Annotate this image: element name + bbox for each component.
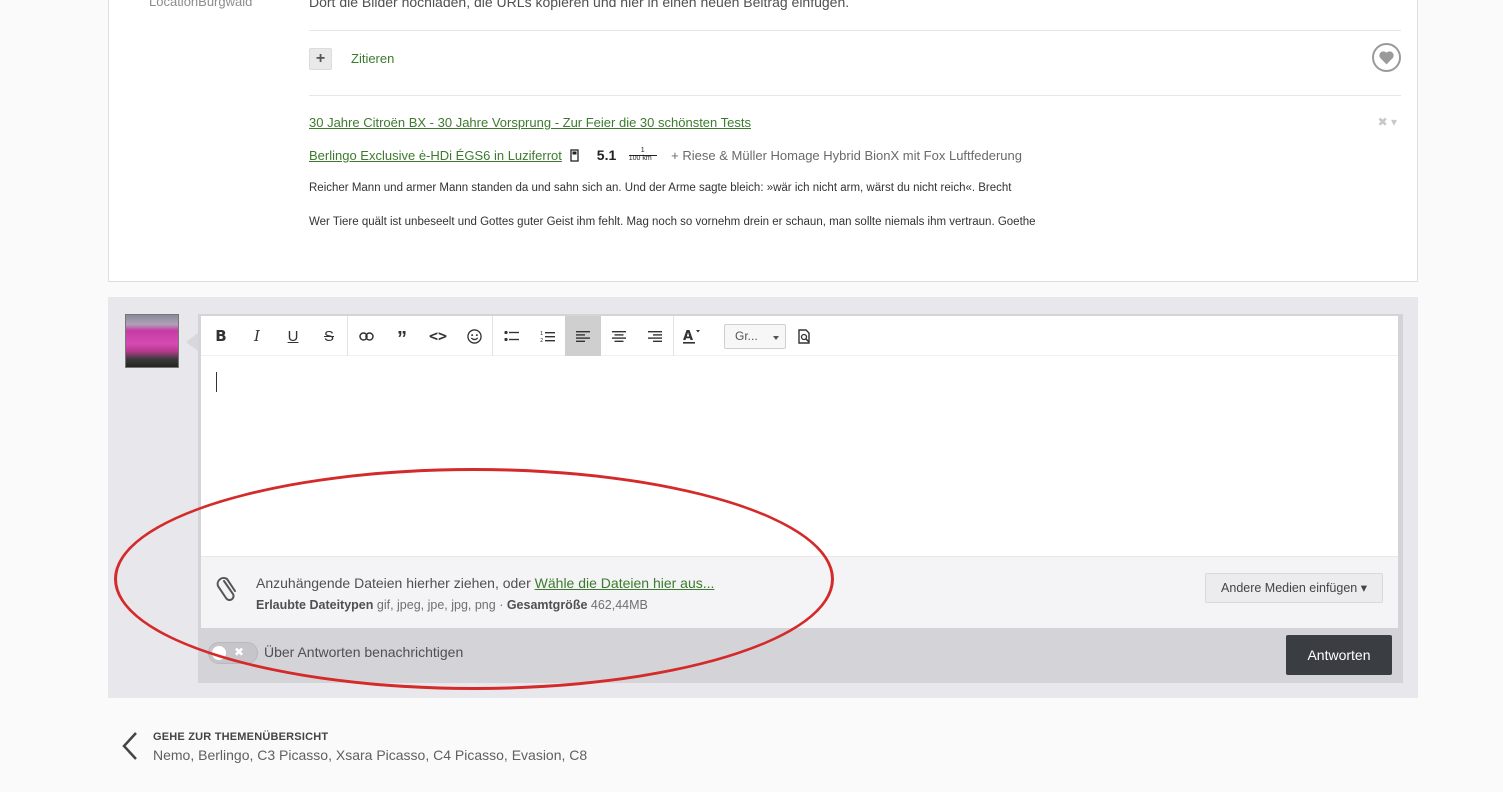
total-size: 462,44MB [590, 598, 648, 612]
attachment-upload[interactable]: Anzuhängende Dateien hierher ziehen, ode… [201, 556, 1398, 628]
svg-text:2: 2 [540, 338, 543, 343]
preview-button[interactable] [786, 316, 822, 356]
signature-link-bx[interactable]: 30 Jahre Citroën BX - 30 Jahre Vorsprung… [309, 115, 751, 130]
quote-link[interactable]: Zitieren [351, 51, 394, 66]
numbered-list-icon: 12 [540, 331, 555, 343]
notify-toggle[interactable]: ✖ [208, 642, 258, 664]
strikethrough-icon: S [323, 327, 334, 345]
font-family-select[interactable]: Gr... [724, 324, 786, 349]
quick-reply: B I U S ” <> 12 A Gr... Anzuhängende Dat… [108, 297, 1418, 698]
quote-icon: ” [397, 327, 407, 350]
divider [309, 30, 1401, 31]
align-center-icon [612, 330, 626, 342]
align-right-icon [648, 330, 662, 342]
italic-button[interactable]: I [239, 316, 275, 356]
signature-line-1: 30 Jahre Citroën BX - 30 Jahre Vorsprung… [309, 114, 751, 132]
avatar[interactable] [125, 314, 179, 368]
attach-constraints: Erlaubte Dateitypen gif, jpeg, jpe, jpg,… [256, 598, 648, 612]
insert-media-button[interactable]: Andere Medien einfügen ▾ [1205, 573, 1383, 603]
back-to-overview-forum[interactable]: Nemo, Berlingo, C3 Picasso, Xsara Picass… [153, 747, 587, 763]
signature-line-2: Berlingo Exclusive ė-HDi ÉGS6 in Luzifer… [309, 147, 1022, 167]
smilie-icon [466, 328, 482, 344]
underline-button[interactable]: U [275, 316, 311, 356]
message-input[interactable] [201, 356, 1398, 556]
consumption-value: 5.1 [596, 147, 617, 163]
attach-separator: · [495, 598, 507, 612]
quote-button[interactable]: ” [384, 316, 420, 356]
bullet-list-icon [503, 330, 519, 342]
code-icon: <> [428, 327, 448, 345]
bold-icon: B [215, 327, 227, 345]
signature-divider [309, 95, 1401, 96]
reply-button[interactable]: Antworten [1286, 635, 1392, 675]
code-button[interactable]: <> [420, 316, 456, 356]
preview-icon [797, 328, 810, 344]
align-center-button[interactable] [601, 316, 637, 356]
editor: B I U S ” <> 12 A Gr... Anzuhängende Dat… [198, 314, 1403, 683]
consumption-unit: 100 km [628, 155, 652, 162]
post-text: Dort die Bilder hochladen, die URLs kopi… [309, 0, 850, 10]
file-types-label: Erlaubte Dateitypen [256, 598, 374, 612]
smilie-button[interactable] [456, 316, 492, 356]
editor-toolbar: B I U S ” <> 12 A Gr... [201, 316, 1398, 356]
avatar-arrow [186, 333, 198, 351]
toggle-knob [212, 646, 226, 660]
text-cursor [216, 372, 217, 392]
underline-icon: U [287, 327, 299, 345]
strikethrough-button[interactable]: S [311, 316, 347, 356]
svg-text:A: A [683, 329, 693, 344]
numbered-list-button[interactable]: 12 [529, 316, 565, 356]
text-color-icon: A [683, 329, 700, 344]
total-size-label: Gesamtgröße [506, 598, 588, 612]
signature-quote-brecht: Reicher Mann und armer Mann standen da u… [309, 182, 1012, 194]
close-icon: ✖ [234, 645, 245, 659]
paperclip-icon [215, 575, 241, 606]
font-family-value: Gr... [735, 329, 758, 343]
file-types: gif, jpeg, jpe, jpg, png [376, 598, 496, 612]
bullet-list-button[interactable] [493, 316, 529, 356]
attach-instructions: Anzuhängende Dateien hierher ziehen, ode… [256, 575, 714, 591]
chevron-left-icon[interactable] [121, 731, 139, 766]
user-location: LocationBurgwald [149, 0, 253, 9]
signature-bike: + Riese & Müller Homage Hybrid BionX mit… [671, 148, 1022, 163]
editor-footer: ✖ Über Antworten benachrichtigen Antwort… [198, 628, 1403, 683]
svg-text:1: 1 [540, 331, 543, 337]
like-button[interactable] [1372, 43, 1401, 72]
signature-quote-goethe: Wer Tiere quält ist unbeseelt und Gottes… [309, 216, 1036, 228]
back-to-overview-title[interactable]: GEHE ZUR THEMENÜBERSICHT [153, 731, 328, 743]
link-icon [358, 331, 374, 341]
link-button[interactable] [348, 316, 384, 356]
multiquote-button[interactable]: + [309, 48, 332, 70]
notify-label[interactable]: Über Antworten benachrichtigen [264, 644, 463, 660]
chevron-down-icon [773, 336, 779, 340]
fuel-icon [570, 149, 580, 167]
text-color-button[interactable]: A [674, 316, 710, 356]
post-card: LocationBurgwald Dort die Bilder hochlad… [108, 0, 1418, 282]
italic-icon: I [254, 327, 260, 345]
align-left-icon [576, 330, 590, 342]
attach-text: Anzuhängende Dateien hierher ziehen, ode… [256, 575, 535, 591]
heart-icon [1379, 51, 1394, 65]
align-left-button[interactable] [565, 316, 601, 356]
signature-close-icon[interactable]: ✖ ▾ [1378, 115, 1397, 129]
signature-link-berlingo[interactable]: Berlingo Exclusive ė-HDi ÉGS6 in Luzifer… [309, 148, 562, 163]
bold-button[interactable]: B [203, 316, 239, 356]
align-right-button[interactable] [637, 316, 673, 356]
consumption-unit-icon: 1 100 km [628, 147, 657, 162]
choose-files-link[interactable]: Wähle die Dateien hier aus... [535, 575, 715, 591]
